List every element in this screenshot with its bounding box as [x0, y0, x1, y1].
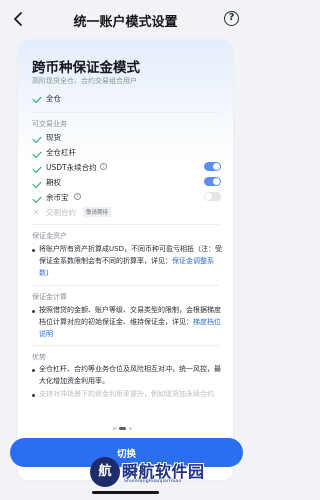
divider	[32, 224, 219, 225]
bullet	[32, 394, 35, 397]
coming-soon-badge: 敬请期待	[83, 207, 112, 217]
savings-toggle[interactable]	[204, 192, 221, 201]
business-label-cross-margin: 全仓杠杆	[46, 148, 76, 157]
info-icon[interactable]: i	[74, 193, 81, 200]
advantages-text: 全仓杠杆、合约等业务仓位及风险相互对冲，统一风控，最大化增加资金利用率。	[39, 365, 221, 385]
business-label-spot: 现货	[46, 133, 61, 142]
tradable-section-title: 可交易业务	[32, 120, 67, 128]
divider	[32, 285, 219, 286]
watermark-subtext: ShunHangRuanJianYuan	[124, 479, 182, 484]
margin-calc-section-title: 保证金计算	[32, 293, 67, 301]
business-label-savings: 余币宝	[46, 193, 69, 202]
bullet	[32, 249, 35, 252]
bullet	[32, 310, 35, 313]
back-button[interactable]	[10, 11, 26, 27]
advantages-text-cut: 支持对冲场景下的资金利用率提升，例如现货加永续合约	[39, 390, 214, 398]
info-icon[interactable]: i	[100, 163, 107, 170]
page-title: 统一账户模式设置	[73, 14, 178, 30]
margin-assets-end: ）	[46, 269, 53, 277]
mode-card: 跨币种保证金模式 高阶现货全仓、合约交易组合用户 全仓 可交易业务 现货 全仓杠…	[18, 40, 233, 480]
margin-assets-section-title: 保证金资产	[32, 232, 67, 240]
help-button[interactable]: ?	[224, 11, 239, 26]
top-bar: 统一账户模式设置 ?	[0, 0, 251, 40]
business-label-delivery: 交割合约	[46, 208, 76, 217]
check-icon	[32, 178, 42, 189]
mode-subtitle: 高阶现货全仓、合约交易组合用户	[32, 77, 137, 85]
divider	[32, 112, 219, 113]
options-toggle[interactable]	[204, 177, 221, 186]
watermark-logo: 航	[90, 457, 120, 487]
mode-title: 跨币种保证金模式	[32, 60, 140, 76]
business-label-options: 期权	[46, 178, 61, 187]
cross-icon: ✕	[33, 208, 40, 217]
margin-type-label: 全仓	[46, 94, 61, 103]
check-icon	[32, 193, 42, 204]
bullet	[32, 369, 35, 372]
check-icon	[32, 163, 42, 174]
page-dot-active	[119, 427, 126, 430]
business-label-usdt-perpetual: USDT永续合约	[46, 163, 97, 172]
page-dot	[129, 427, 132, 430]
margin-assets-text: 将账户所有资产折算成USD，不同币种可盈亏相抵（注：受保证金系数限制会有不同的折…	[39, 243, 223, 279]
page-dot	[113, 427, 116, 430]
page-indicator	[113, 427, 132, 430]
divider	[32, 345, 219, 346]
home-indicator	[92, 491, 159, 494]
usdt-perpetual-toggle[interactable]	[204, 162, 221, 171]
margin-calc-text: 按照借贷的金额、账户等级、交易类型的限制，会根据梯度档位计算对应的初始保证金、维…	[39, 304, 223, 340]
advantages-section-title: 优势	[32, 353, 46, 361]
chevron-left-icon	[14, 12, 22, 26]
